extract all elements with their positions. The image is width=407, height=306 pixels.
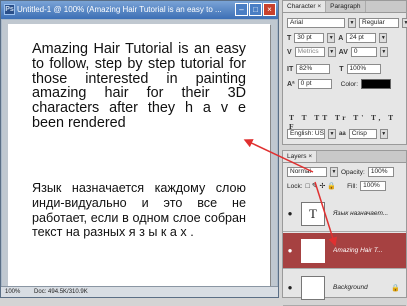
kerning-icon: V	[287, 48, 292, 56]
layer-row-selected[interactable]: ● T Amazing Hair T...	[283, 233, 406, 269]
eye-icon[interactable]: ●	[283, 246, 297, 255]
layer-name[interactable]: Background	[333, 284, 368, 291]
layer-row[interactable]: ● T Язык назначает...	[283, 196, 406, 232]
chevron-down-icon[interactable]: ▼	[328, 129, 336, 139]
chevron-down-icon[interactable]: ▼	[402, 18, 407, 28]
horizontal-scale-icon: T	[339, 65, 344, 73]
chevron-down-icon[interactable]: ▼	[327, 47, 336, 57]
text-layer-thumbnail: T	[301, 201, 325, 226]
eye-icon[interactable]: ●	[283, 209, 297, 218]
font-size-field[interactable]: 30 pt	[294, 33, 325, 43]
chevron-down-icon[interactable]: ▼	[348, 18, 356, 28]
fill-label: Fill:	[347, 182, 358, 190]
lock-icon: 🔒	[391, 284, 400, 292]
baseline-shift-field[interactable]: 0 pt	[297, 79, 332, 89]
character-panel: Character × Paragraph Arial ▼ Regular ▼ …	[282, 0, 407, 145]
chevron-down-icon[interactable]: ▼	[379, 129, 388, 139]
vertical-scale-field[interactable]: 82%	[296, 64, 331, 74]
opacity-label: Opacity:	[341, 168, 365, 176]
kerning-field[interactable]: Metrics	[294, 47, 325, 57]
lock-label: Lock:	[287, 182, 303, 190]
layer-name[interactable]: Amazing Hair T...	[333, 247, 383, 254]
antialias-select[interactable]: Crisp	[348, 129, 377, 139]
tab-paragraph[interactable]: Paragraph	[326, 1, 366, 12]
chevron-down-icon[interactable]: ▼	[379, 47, 388, 57]
lock-icons[interactable]: □ ✎ ✢ 🔒	[306, 182, 337, 190]
doc-size: Doc: 494.5K/310.9K	[34, 289, 88, 295]
status-bar: 100% Doc: 494.5K/310.9K	[1, 286, 278, 297]
chevron-down-icon[interactable]: ▼	[330, 167, 338, 177]
canvas-area[interactable]: Amazing Hair Tutorial is an easy to foll…	[2, 20, 277, 286]
chevron-down-icon[interactable]: ▼	[327, 33, 336, 43]
layers-panel: Layers × Normal ▼ Opacity: 100% Lock: □ …	[282, 150, 407, 306]
fill-field[interactable]: 100%	[360, 181, 387, 191]
tracking-field[interactable]: 0	[350, 47, 377, 57]
layer-row[interactable]: ● Background 🔒	[283, 270, 406, 306]
font-style-select[interactable]: Regular	[359, 18, 399, 28]
photoshop-icon: Ps	[4, 4, 15, 15]
opacity-field[interactable]: 100%	[367, 167, 394, 177]
layer-name[interactable]: Язык назначает...	[333, 210, 388, 217]
eye-icon[interactable]: ●	[283, 283, 297, 292]
background-layer-thumbnail	[301, 275, 325, 300]
horizontal-scale-field[interactable]: 100%	[346, 64, 381, 74]
document-titlebar[interactable]: Ps Untitled-1 @ 100% (Amazing Hair Tutor…	[1, 1, 278, 19]
russian-text-layer[interactable]: Язык назначается каждому слою инди-видуа…	[32, 181, 246, 240]
leading-icon: A	[338, 34, 344, 42]
tab-character[interactable]: Character ×	[283, 1, 327, 12]
antialias-icon: aa	[339, 131, 346, 137]
font-family-select[interactable]: Arial	[287, 18, 345, 28]
baseline-shift-icon: Aª	[287, 80, 295, 88]
text-layer-thumbnail: T	[301, 238, 325, 263]
tab-layers[interactable]: Layers ×	[283, 151, 318, 162]
document-window: Ps Untitled-1 @ 100% (Amazing Hair Tutor…	[0, 0, 279, 298]
chevron-down-icon[interactable]: ▼	[379, 33, 388, 43]
minimize-button[interactable]: –	[235, 3, 248, 16]
zoom-level[interactable]: 100%	[5, 289, 20, 295]
text-color-swatch[interactable]	[361, 79, 391, 89]
vertical-scale-icon: IT	[287, 65, 294, 73]
document-title: Untitled-1 @ 100% (Amazing Hair Tutorial…	[17, 5, 222, 14]
leading-field[interactable]: 24 pt	[346, 33, 377, 43]
color-label: Color:	[340, 80, 358, 88]
font-size-icon: T	[287, 34, 292, 42]
document-canvas[interactable]: Amazing Hair Tutorial is an easy to foll…	[8, 24, 270, 286]
tracking-icon: AV	[338, 48, 348, 56]
blend-mode-select[interactable]: Normal	[287, 167, 327, 177]
close-button[interactable]: ×	[263, 3, 276, 16]
english-text-layer[interactable]: Amazing Hair Tutorial is an easy to foll…	[32, 42, 246, 131]
maximize-button[interactable]: □	[249, 3, 262, 16]
language-select[interactable]: English: USA	[287, 129, 325, 139]
